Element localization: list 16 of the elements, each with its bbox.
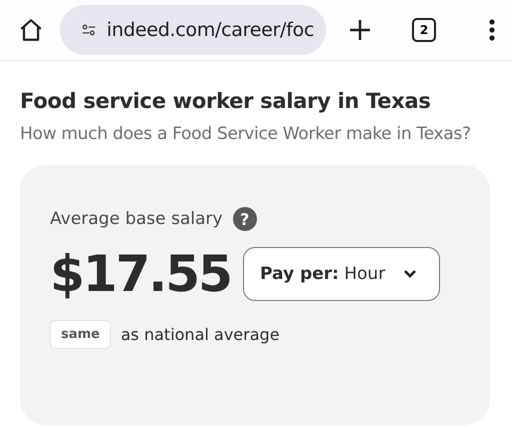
page-subtitle: How much does a Food Service Worker make in Texas? [20, 123, 472, 146]
chevron-down-icon [403, 269, 418, 279]
new-tab-icon[interactable] [348, 18, 372, 42]
tab-count-button[interactable]: 2 [412, 18, 436, 42]
comparison-badge: same [50, 320, 111, 349]
url-text: indeed.com/career/foc [106, 19, 314, 41]
more-menu-icon[interactable] [488, 18, 496, 42]
address-bar[interactable]: indeed.com/career/foc [60, 5, 326, 55]
site-settings-icon[interactable] [82, 22, 97, 38]
help-icon[interactable]: ? [232, 207, 257, 231]
comparison-text: as national average [120, 325, 280, 344]
page-title: Food service worker salary in Texas [20, 89, 432, 113]
salary-label: Average base salary [50, 209, 223, 229]
pay-period-dropdown[interactable]: Pay per: Hour [243, 247, 440, 301]
salary-amount: $17.55 [50, 245, 232, 303]
home-icon[interactable] [18, 17, 44, 43]
